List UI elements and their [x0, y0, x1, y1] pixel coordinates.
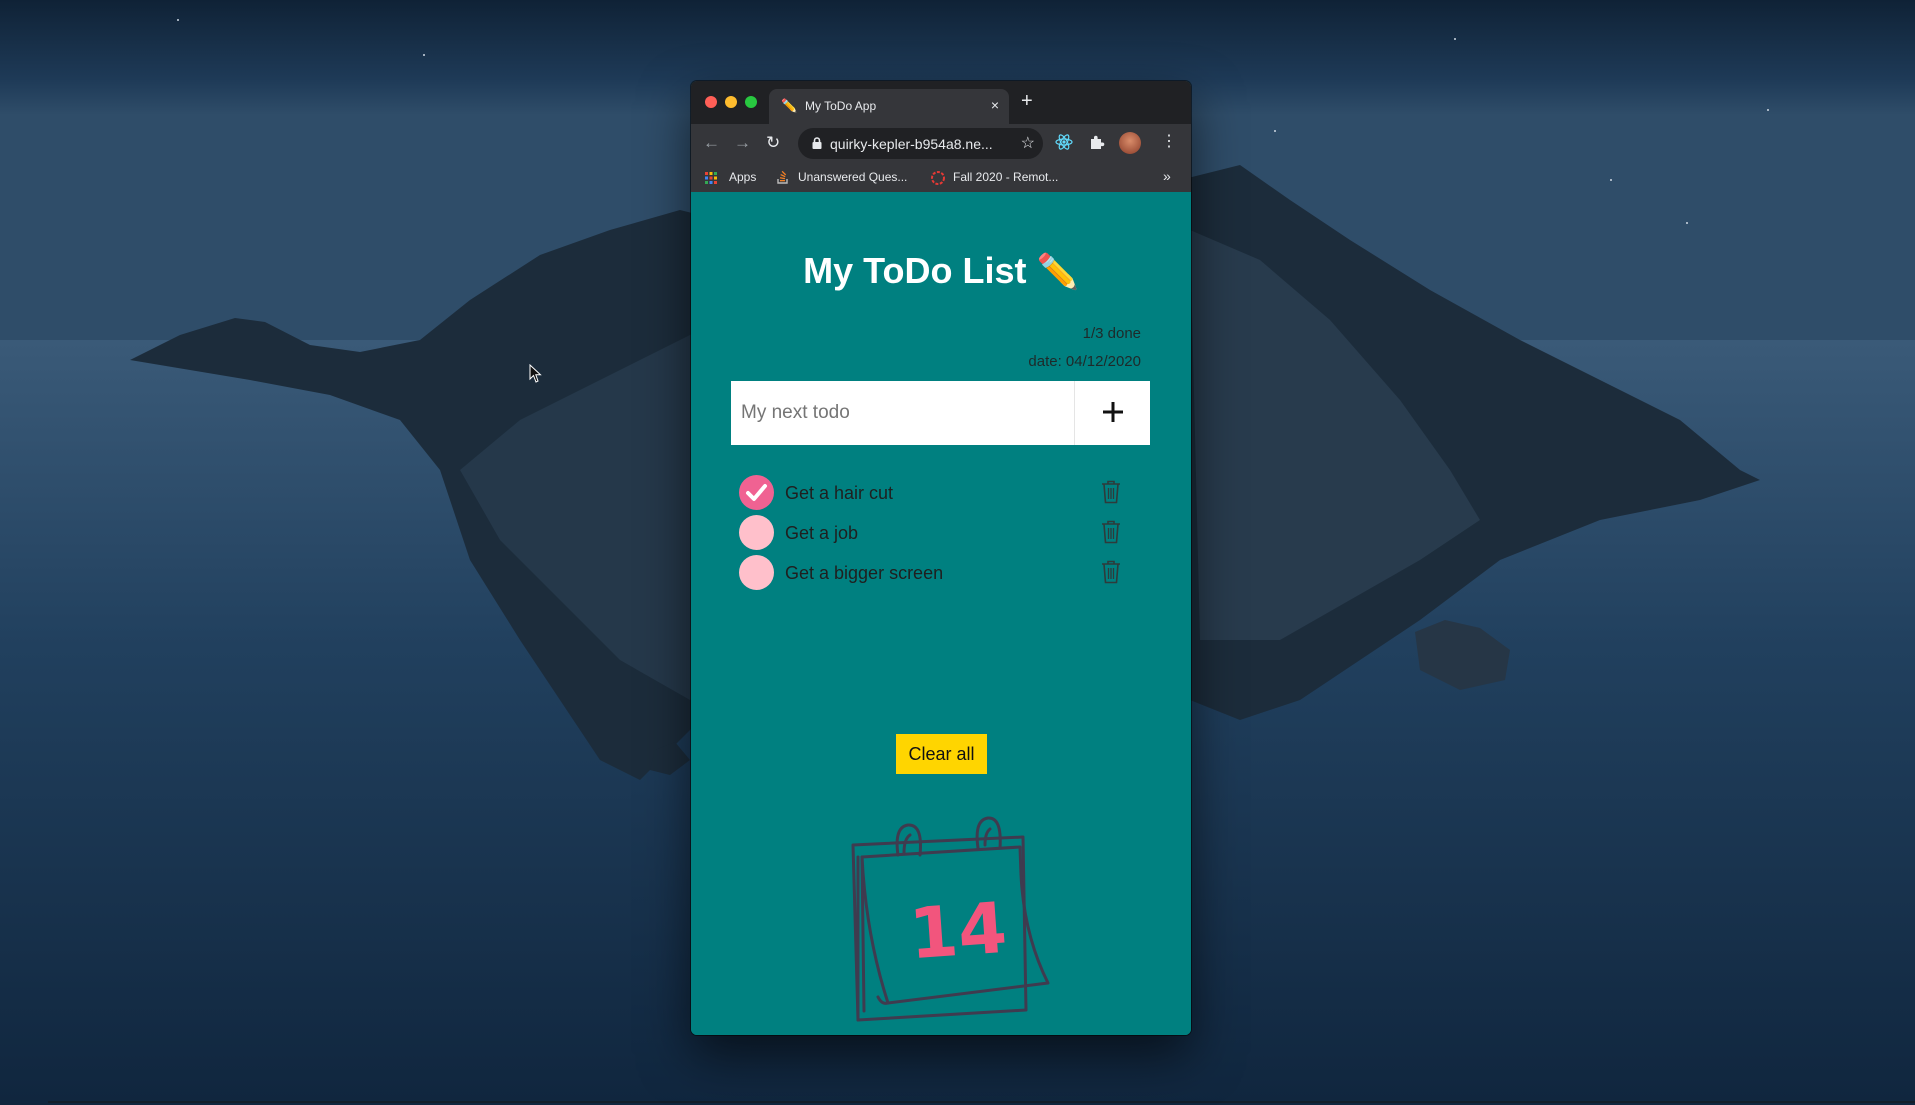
todo-item: Get a bigger screen: [731, 553, 1150, 593]
add-todo-button[interactable]: [1074, 381, 1150, 445]
todo-page: My ToDo List ✏️ 1/3 done date: 04/12/202…: [691, 192, 1191, 1035]
calendar-illustration: 14: [851, 816, 1050, 1022]
bookmarks-bar: Apps Unanswered Ques... Fall 2020 - Remo…: [691, 164, 1191, 192]
plus-icon: [1102, 401, 1123, 422]
calendar-day-number: 14: [907, 887, 1010, 976]
back-arrow-icon[interactable]: ←: [703, 133, 720, 153]
page-title: My ToDo List ✏️: [691, 250, 1191, 292]
trash-icon[interactable]: [1101, 480, 1121, 504]
clear-all-button[interactable]: Clear all: [896, 734, 987, 774]
window-minimize-button[interactable]: [725, 96, 737, 108]
browser-tab[interactable]: ✏️ My ToDo App ×: [769, 89, 1009, 124]
address-bar[interactable]: quirky-kepler-b954a8.ne... ☆: [798, 128, 1043, 159]
todo-input[interactable]: [731, 381, 1074, 445]
bookmark-star-icon[interactable]: ☆: [1021, 133, 1035, 153]
lock-icon: [812, 137, 822, 149]
bookmark-fall-2020[interactable]: Fall 2020 - Remot...: [953, 170, 1058, 184]
dock-edge: [48, 1101, 1915, 1103]
todo-item: Get a job: [731, 513, 1150, 553]
new-tab-button[interactable]: +: [1021, 91, 1033, 111]
tab-close-icon[interactable]: ×: [991, 97, 999, 113]
checkmark-icon: [746, 484, 767, 501]
todo-text: Get a bigger screen: [785, 563, 944, 583]
add-todo-form: [731, 381, 1150, 445]
profile-avatar[interactable]: [1119, 132, 1141, 154]
todo-checkbox[interactable]: [739, 475, 774, 510]
window-close-button[interactable]: [705, 96, 717, 108]
todo-text: Get a hair cut: [785, 483, 894, 503]
date-label: date: 04/12/2020: [1028, 353, 1141, 370]
mouse-cursor-icon: [529, 364, 542, 383]
page-title-text: My ToDo List: [803, 250, 1027, 291]
react-devtools-icon[interactable]: [1055, 133, 1073, 151]
reload-icon[interactable]: ↻: [766, 133, 780, 153]
todo-checkbox[interactable]: [739, 555, 774, 590]
trash-icon[interactable]: [1101, 520, 1121, 544]
kebab-menu-icon[interactable]: ⋮: [1161, 132, 1177, 152]
tab-strip: ✏️ My ToDo App × +: [691, 81, 1191, 124]
bookmark-circle-icon: [931, 171, 945, 185]
todo-text: Get a job: [785, 523, 859, 543]
bookmarks-overflow-icon[interactable]: »: [1163, 168, 1171, 184]
pencil-favicon-icon: ✏️: [781, 98, 798, 113]
extensions-puzzle-icon[interactable]: [1088, 133, 1106, 151]
browser-toolbar: ← → ↻ quirky-kepler-b954a8.ne... ☆ ⋮: [691, 124, 1191, 164]
trash-icon[interactable]: [1101, 560, 1121, 584]
todo-item: Get a hair cut: [731, 473, 1150, 513]
apps-grid-icon: [705, 172, 717, 184]
todo-checkbox[interactable]: [739, 515, 774, 550]
browser-chrome: ✏️ My ToDo App × + ← → ↻ quirky-kepler-b…: [691, 81, 1191, 192]
bookmark-unanswered-questions[interactable]: Unanswered Ques...: [798, 170, 907, 184]
tab-title: My ToDo App: [805, 99, 877, 113]
bookmark-apps[interactable]: Apps: [729, 170, 756, 184]
forward-arrow-icon[interactable]: →: [734, 133, 751, 153]
browser-window: ✏️ My ToDo App × + ← → ↻ quirky-kepler-b…: [691, 81, 1191, 1035]
stackoverflow-icon: [777, 170, 788, 184]
done-count: 1/3 done: [1082, 325, 1141, 342]
window-maximize-button[interactable]: [745, 96, 757, 108]
url-text: quirky-kepler-b954a8.ne...: [830, 136, 993, 152]
pencil-emoji-icon: ✏️: [1036, 253, 1079, 291]
